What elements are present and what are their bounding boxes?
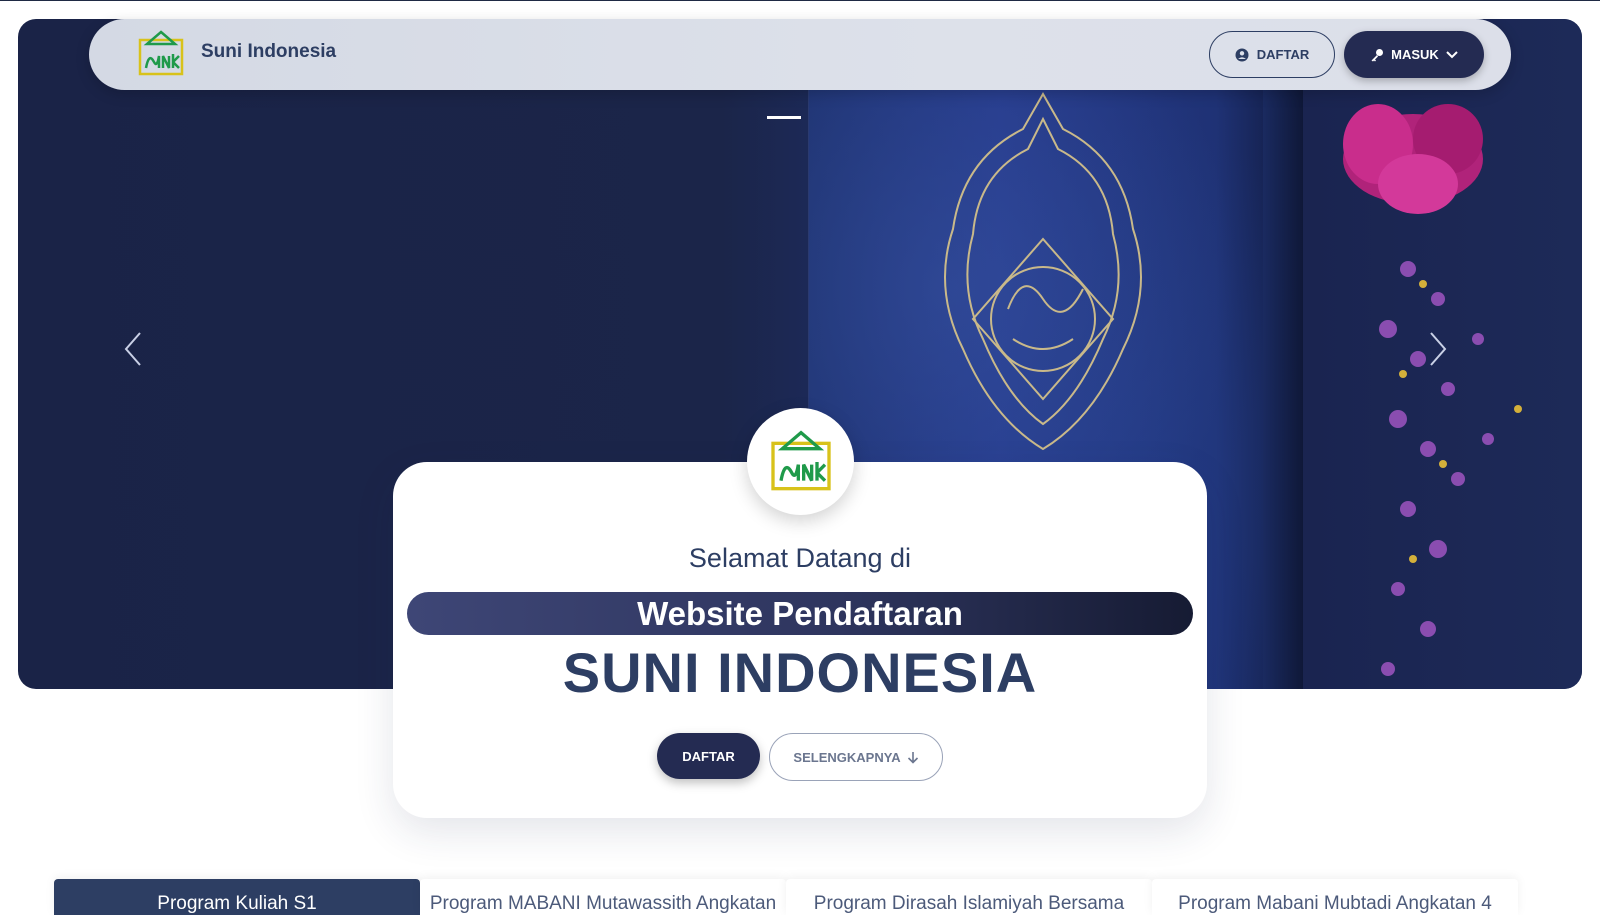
register-button-label: DAFTAR xyxy=(1256,47,1310,62)
tab-label: Program Mabani Mubtadi Angkatan 4 xyxy=(1178,893,1492,914)
learn-more-button[interactable]: SELENGKAPNYA xyxy=(769,733,943,781)
chevron-left-icon xyxy=(124,332,141,366)
tab-label: Program Dirasah Islamiyah Bersama xyxy=(813,893,1125,914)
hero-register-button[interactable]: DAFTAR xyxy=(657,733,760,779)
suni-logo-icon xyxy=(770,429,831,490)
welcome-subtitle-banner: Website Pendaftaran xyxy=(407,592,1193,635)
pink-flower-image xyxy=(1343,104,1483,214)
welcome-subtitle: Website Pendaftaran xyxy=(637,594,963,632)
chevron-down-icon xyxy=(1446,50,1458,58)
carousel-next-button[interactable] xyxy=(1423,329,1453,369)
key-icon xyxy=(1371,48,1384,61)
program-tabs: Program Kuliah S1 Program MABANI Mutawas… xyxy=(54,879,1520,915)
welcome-greeting: Selamat Datang di xyxy=(688,543,912,573)
card-logo xyxy=(747,408,854,515)
tab-program-mabani-mutawassith[interactable]: Program MABANI Mutawassith Angkatan xyxy=(420,879,786,915)
learn-more-label: SELENGKAPNYA xyxy=(793,749,901,765)
user-circle-icon xyxy=(1235,48,1249,61)
flower-petals-image xyxy=(1379,261,1522,676)
tab-label: Program MABANI Mutawassith Angkatan xyxy=(429,893,777,914)
tab-program-mabani-mubtadi[interactable]: Program Mabani Mubtadi Angkatan 4 xyxy=(1152,879,1518,915)
navbar: Suni Indonesia DAFTAR MASUK xyxy=(89,19,1511,90)
register-button[interactable]: DAFTAR xyxy=(1209,31,1335,78)
carousel-indicator[interactable] xyxy=(767,116,801,119)
login-dropdown-button[interactable]: MASUK xyxy=(1344,31,1484,78)
hero-register-label: DAFTAR xyxy=(682,748,735,764)
arrow-down-icon xyxy=(907,751,918,764)
quran-ornament-image xyxy=(944,91,1142,451)
hero-image-spine xyxy=(1263,19,1303,689)
tab-program-dirasah-islamiyah[interactable]: Program Dirasah Islamiyah Bersama xyxy=(786,879,1152,915)
tab-label: Program Kuliah S1 xyxy=(157,893,317,914)
welcome-title: SUNI INDONESIA xyxy=(562,641,1038,704)
login-button-label: MASUK xyxy=(1391,47,1439,62)
carousel-prev-button[interactable] xyxy=(118,329,148,369)
brand-logo-icon[interactable] xyxy=(137,30,185,78)
chevron-right-icon xyxy=(1430,332,1447,366)
top-border xyxy=(0,0,1600,1)
brand-name[interactable]: Suni Indonesia xyxy=(201,41,336,63)
tab-program-kuliah-s1[interactable]: Program Kuliah S1 xyxy=(54,879,420,915)
